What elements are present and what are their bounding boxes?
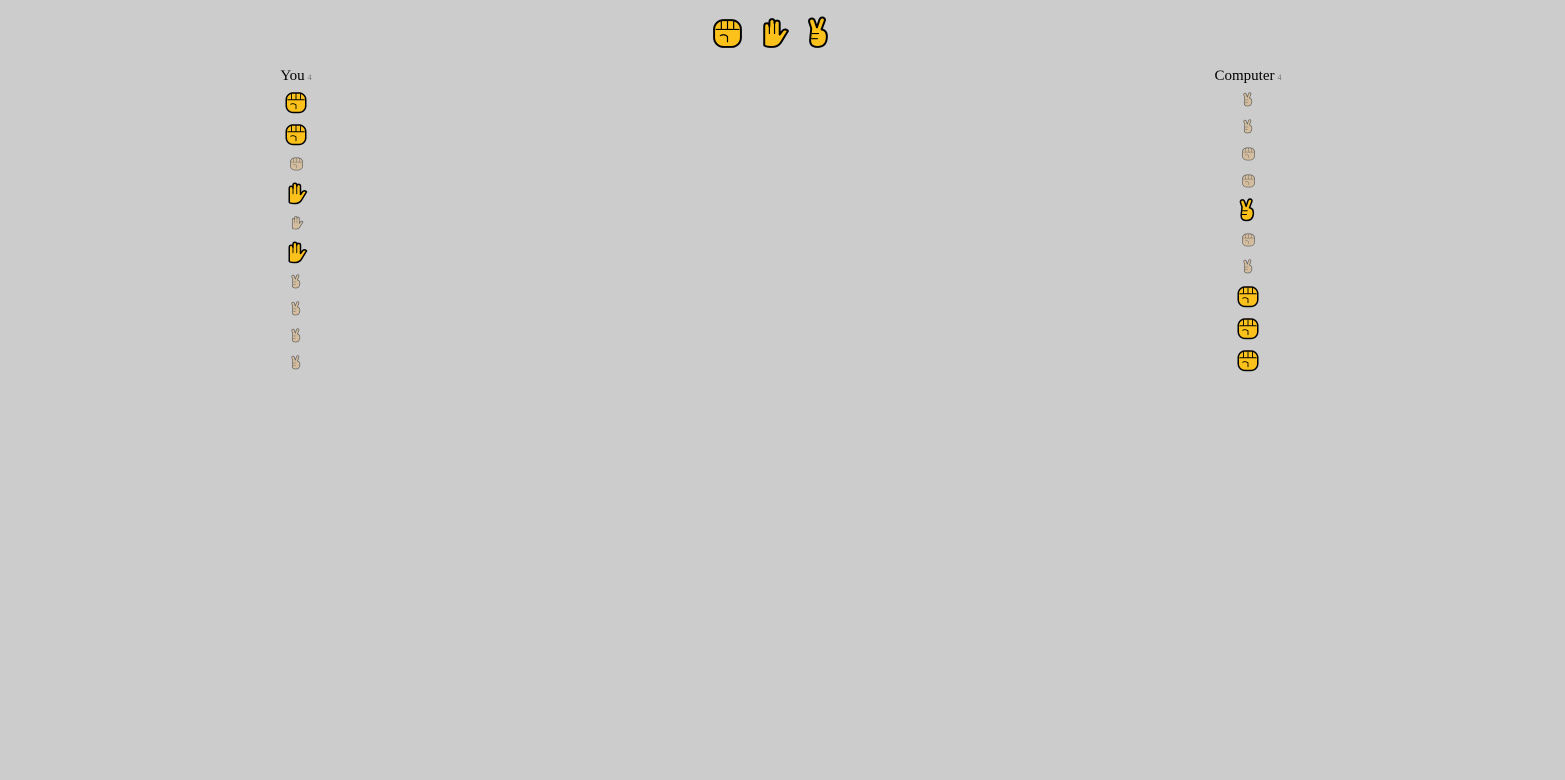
history-item (282, 86, 310, 118)
fist-icon (285, 92, 307, 114)
fist-icon (1237, 286, 1259, 308)
player-label: You (280, 68, 305, 84)
fist-icon (289, 157, 303, 171)
history-item (282, 268, 310, 295)
history-item (282, 150, 310, 177)
fist-icon (1237, 318, 1259, 340)
computer-label: Computer (1214, 68, 1275, 84)
history-item (1234, 280, 1262, 312)
victory-hand-icon (290, 301, 300, 316)
computer-header: Computer 4 (1215, 66, 1282, 86)
player-history (282, 86, 310, 376)
rock-button[interactable] (709, 12, 745, 52)
history-item (1234, 86, 1262, 113)
history-item (282, 349, 310, 376)
player-score: 4 (307, 73, 312, 82)
history-item (1234, 167, 1262, 194)
fist-icon (1241, 147, 1255, 161)
fist-icon (1241, 174, 1255, 188)
victory-hand-icon (290, 328, 300, 343)
raised-hand-icon (288, 241, 308, 264)
history-item (1234, 113, 1262, 140)
history-item (1234, 344, 1262, 376)
raised-hand-icon (291, 216, 303, 230)
history-item (1234, 226, 1262, 253)
history-item (282, 236, 310, 268)
raised-hand-icon (288, 182, 308, 205)
player-column: You 4 (266, 66, 326, 376)
scissors-button[interactable] (801, 12, 837, 52)
history-item (282, 177, 310, 209)
history-item (1234, 140, 1262, 167)
victory-hand-icon (1242, 92, 1252, 107)
victory-hand-icon (290, 274, 300, 289)
history-item (282, 118, 310, 150)
history-item (1234, 312, 1262, 344)
victory-hand-icon (1239, 198, 1255, 222)
history-item (1234, 194, 1262, 226)
history-item (282, 209, 310, 236)
history-item (1234, 253, 1262, 280)
victory-hand-icon (290, 355, 300, 370)
player-header: You 4 (280, 66, 311, 86)
victory-hand-icon (1242, 259, 1252, 274)
fist-icon (285, 124, 307, 146)
fist-icon (1237, 350, 1259, 372)
history-item (282, 322, 310, 349)
raised-hand-icon (762, 17, 789, 48)
paper-button[interactable] (755, 12, 791, 52)
history-item (282, 295, 310, 322)
fist-icon (712, 18, 742, 48)
computer-history (1234, 86, 1262, 376)
fist-icon (1241, 233, 1255, 247)
computer-score: 4 (1277, 73, 1282, 82)
victory-hand-icon (807, 15, 828, 48)
move-choices (709, 12, 837, 52)
computer-column: Computer 4 (1200, 66, 1296, 376)
victory-hand-icon (1242, 119, 1252, 134)
